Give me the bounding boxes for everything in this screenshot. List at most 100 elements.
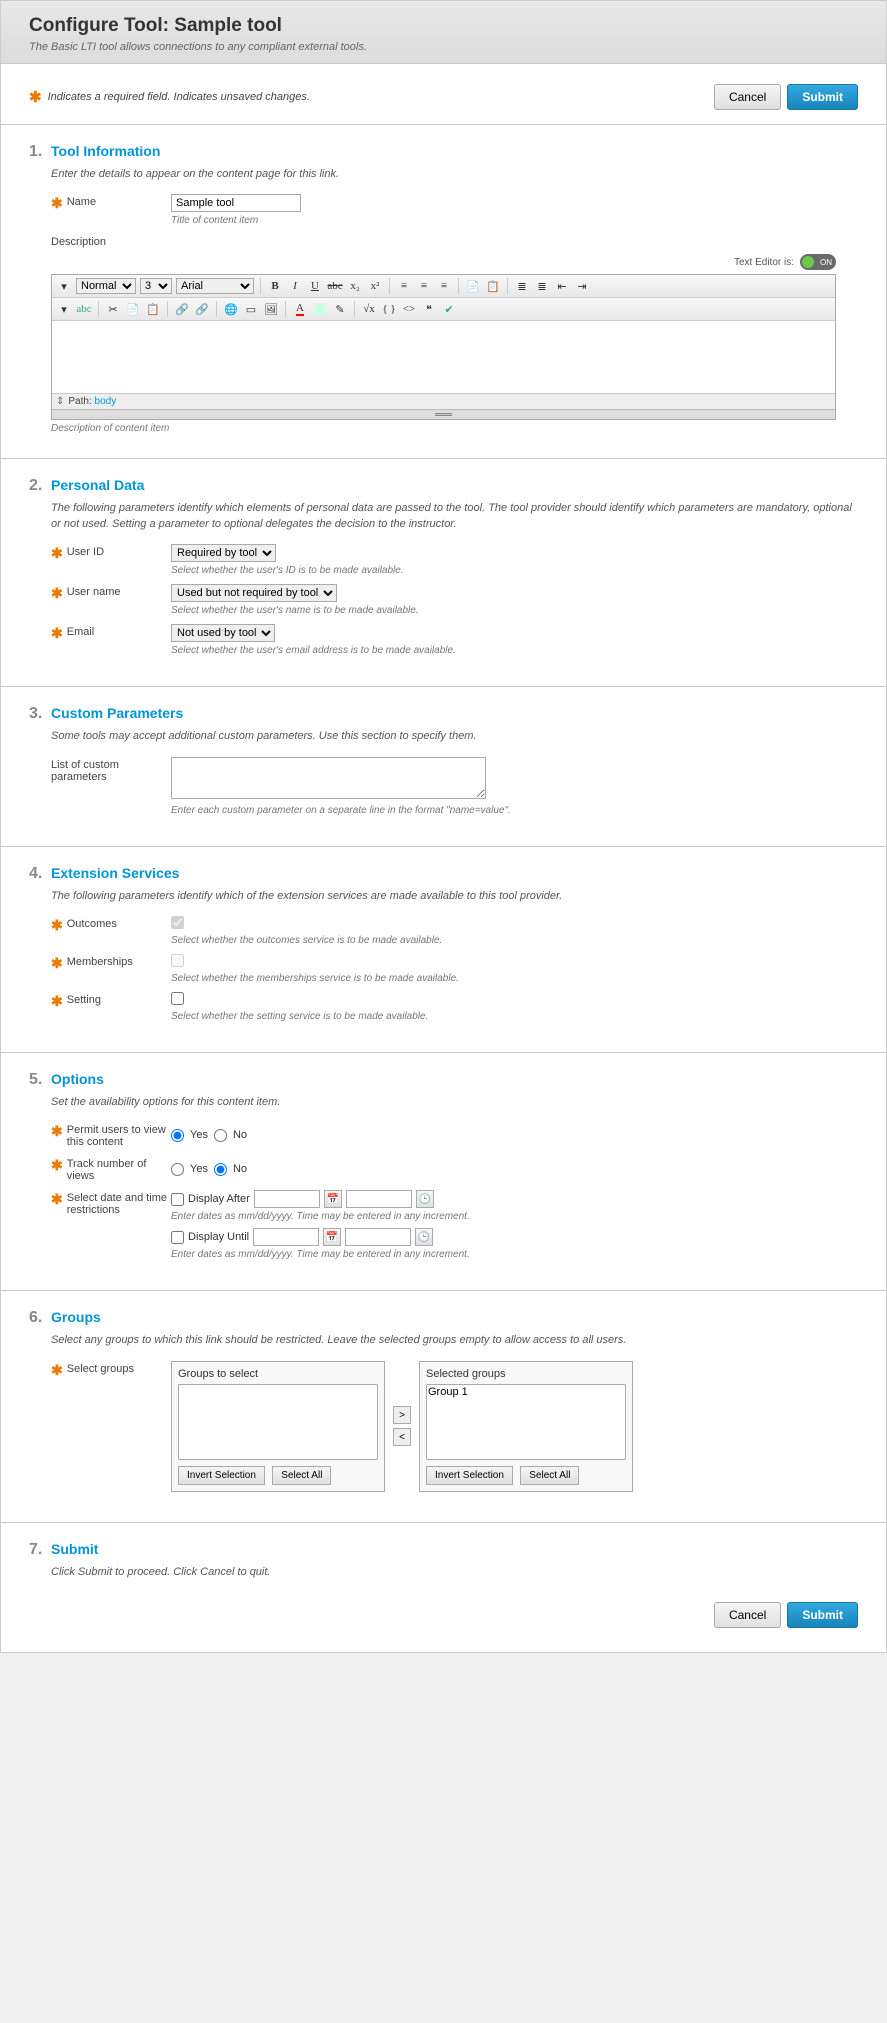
section-description: The following parameters identify which … [51,501,858,532]
display-until-checkbox[interactable] [171,1231,184,1244]
toggle-label: ON [820,258,832,267]
cancel-button-bottom[interactable]: Cancel [714,1602,781,1628]
align-left-icon[interactable]: ≡ [396,278,412,294]
rte-resize-handle[interactable]: ═══ [52,409,835,419]
format-select[interactable]: Normal [76,278,136,294]
section-groups: 6. Groups Select any groups to which thi… [1,1291,886,1522]
invert-selection-left-button[interactable]: Invert Selection [178,1466,265,1485]
align-center-icon[interactable]: ≡ [416,278,432,294]
section-description: Enter the details to appear on the conte… [51,167,858,182]
display-until-time-input[interactable] [345,1228,411,1246]
setting-help: Select whether the setting service is to… [171,1011,858,1022]
email-select[interactable]: Not used by tool [171,624,275,642]
spellcheck-icon[interactable]: abc [76,301,92,317]
name-input[interactable] [171,194,301,212]
italic-icon[interactable]: I [287,278,303,294]
globe-icon[interactable]: 🌐 [223,301,239,317]
bold-icon[interactable]: B [267,278,283,294]
userid-help: Select whether the user's ID is to be ma… [171,565,858,576]
memberships-checkbox[interactable] [171,954,184,967]
required-icon: ✱ [51,1192,63,1206]
required-bar: ✱ Indicates a required field. Indicates … [1,64,886,125]
rte-content[interactable] [52,321,835,393]
subscript-icon[interactable]: x₂ [347,278,363,294]
track-no-radio[interactable] [214,1163,227,1176]
check-icon[interactable]: ✔ [441,301,457,317]
submit-button-bottom[interactable]: Submit [787,1602,858,1628]
code-icon[interactable]: <> [401,301,417,317]
userid-select[interactable]: Required by tool [171,544,276,562]
size-select[interactable]: 3 [140,278,172,294]
paste-icon[interactable]: 📋 [485,278,501,294]
film-icon[interactable]: ▭ [243,301,259,317]
calendar-icon[interactable]: 📅 [324,1190,342,1208]
section-title: Tool Information [51,143,160,159]
section-description: Click Submit to proceed. Click Cancel to… [51,1565,858,1580]
section-number: 4. [29,865,51,883]
blockquote-icon[interactable]: ❝ [421,301,437,317]
move-right-button[interactable]: > [393,1406,411,1424]
cancel-button[interactable]: Cancel [714,84,781,110]
bg-color-icon[interactable] [312,301,328,317]
outcomes-checkbox[interactable] [171,916,184,929]
text-color-icon[interactable]: A [292,301,308,317]
display-after-checkbox[interactable] [171,1193,184,1206]
link-icon[interactable]: 🔗 [174,301,190,317]
resize-icon[interactable]: ⇕ [56,396,64,407]
selected-groups-panel: Selected groups Group 1 Invert Selection… [419,1361,633,1492]
rte-path-bar: ⇕ Path: body [52,393,835,409]
unordered-list-icon[interactable]: ≣ [534,278,550,294]
required-text: Indicates a required field. Indicates un… [48,91,708,103]
editor-toggle[interactable]: ON [800,254,836,270]
submit-button[interactable]: Submit [787,84,858,110]
align-right-icon[interactable]: ≡ [436,278,452,294]
display-until-date-input[interactable] [253,1228,319,1246]
selected-groups-label: Selected groups [426,1368,626,1380]
permit-yes-radio[interactable] [171,1129,184,1142]
setting-checkbox[interactable] [171,992,184,1005]
font-select[interactable]: Arial [176,278,254,294]
outdent-icon[interactable]: ⇤ [554,278,570,294]
custom-params-textarea[interactable] [171,757,486,799]
memberships-help: Select whether the memberships service i… [171,973,858,984]
track-label: Track number of views [67,1158,171,1182]
ordered-list-icon[interactable]: ≣ [514,278,530,294]
clock-icon[interactable]: 🕒 [416,1190,434,1208]
groups-to-select-list[interactable] [178,1384,378,1460]
path-body[interactable]: body [95,396,117,407]
section-options: 5. Options Set the availability options … [1,1053,886,1291]
rich-text-editor: ▾ Normal 3 Arial B I U abc x₂ x² ≡ ≡ ≡ 📄… [51,274,836,420]
underline-icon[interactable]: U [307,278,323,294]
superscript-icon[interactable]: x² [367,278,383,294]
section-title: Personal Data [51,477,144,493]
display-after-date-input[interactable] [254,1190,320,1208]
strike-icon[interactable]: abc [327,278,343,294]
display-after-time-input[interactable] [346,1190,412,1208]
permit-no-radio[interactable] [214,1129,227,1142]
select-all-left-button[interactable]: Select All [272,1466,331,1485]
paste-icon[interactable]: 📋 [145,301,161,317]
name-label: Name [67,196,96,208]
section-description: Select any groups to which this link sho… [51,1333,858,1348]
track-yes-radio[interactable] [171,1163,184,1176]
symbol-icon[interactable]: { } [381,301,397,317]
clock-icon[interactable]: 🕒 [415,1228,433,1246]
move-left-button[interactable]: < [393,1428,411,1446]
copy-icon[interactable]: 📄 [465,278,481,294]
dropdown-icon[interactable]: ▾ [56,301,72,317]
cut-icon[interactable]: ✂ [105,301,121,317]
highlight-icon[interactable]: ✎ [332,301,348,317]
copy-icon[interactable]: 📄 [125,301,141,317]
invert-selection-right-button[interactable]: Invert Selection [426,1466,513,1485]
indent-icon[interactable]: ⇥ [574,278,590,294]
unlink-icon[interactable]: 🔗 [194,301,210,317]
section-title: Options [51,1071,104,1087]
image-icon[interactable]: 🖼 [263,301,279,317]
formula-icon[interactable]: √x [361,301,377,317]
calendar-icon[interactable]: 📅 [323,1228,341,1246]
selected-groups-list[interactable]: Group 1 [426,1384,626,1460]
username-select[interactable]: Used but not required by tool [171,584,337,602]
dropdown-icon[interactable]: ▾ [56,278,72,294]
select-all-right-button[interactable]: Select All [520,1466,579,1485]
list-item[interactable]: Group 1 [428,1386,624,1399]
